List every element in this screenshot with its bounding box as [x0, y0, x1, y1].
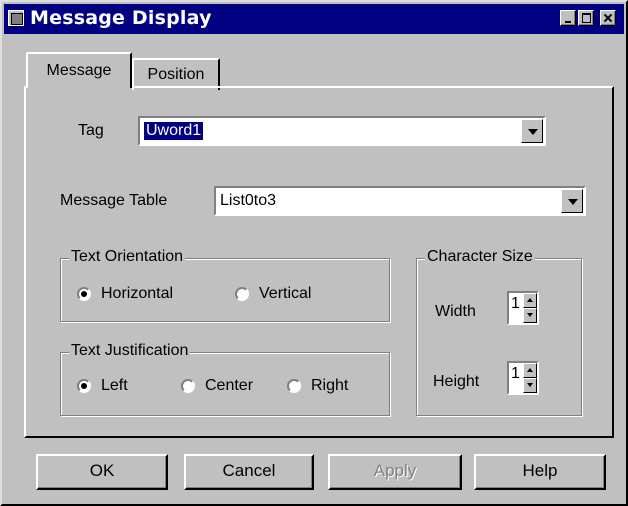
right-radio[interactable] — [287, 379, 301, 393]
character-size-legend: Character Size — [425, 248, 535, 266]
message-table-value: List0to3 — [220, 192, 277, 209]
maximize-icon[interactable] — [578, 10, 594, 26]
help-button[interactable]: Help — [474, 454, 606, 490]
horizontal-radio[interactable] — [77, 287, 91, 301]
height-spinner[interactable]: 1 — [507, 361, 539, 395]
ok-button[interactable]: OK — [36, 454, 168, 490]
text-orientation-legend: Text Orientation — [69, 248, 186, 266]
cancel-button[interactable]: Cancel — [184, 454, 314, 490]
center-radio[interactable] — [181, 379, 195, 393]
title-bar[interactable]: Message Display — [4, 4, 624, 34]
tag-value: Uword1 — [144, 122, 204, 140]
spin-down-icon[interactable] — [523, 308, 537, 323]
center-label[interactable]: Center — [205, 377, 253, 395]
text-orientation-group: Text Orientation Horizontal Vertical — [60, 248, 390, 322]
width-spinner[interactable]: 1 — [507, 291, 539, 325]
tag-dropdown[interactable]: Uword1 — [138, 116, 546, 146]
spin-down-icon[interactable] — [523, 378, 537, 393]
vertical-label[interactable]: Vertical — [259, 285, 311, 303]
vertical-radio[interactable] — [235, 287, 249, 301]
message-table-dropdown[interactable]: List0to3 — [214, 186, 586, 216]
tab-message[interactable]: Message — [26, 52, 132, 88]
character-size-group: Character Size Width 1 Height 1 — [416, 248, 582, 416]
text-justification-legend: Text Justification — [69, 342, 191, 360]
chevron-down-icon[interactable] — [561, 189, 583, 213]
width-value[interactable]: 1 — [511, 295, 520, 313]
horizontal-label[interactable]: Horizontal — [101, 285, 173, 303]
spin-up-icon[interactable] — [523, 293, 537, 308]
text-justification-group: Text Justification Left Center Right — [60, 342, 390, 416]
spin-up-icon[interactable] — [523, 363, 537, 378]
width-label: Width — [435, 303, 476, 320]
height-value[interactable]: 1 — [511, 365, 520, 383]
chevron-down-icon[interactable] — [521, 119, 543, 143]
app-icon — [8, 10, 24, 26]
height-label: Height — [433, 373, 480, 390]
apply-button[interactable]: Apply — [328, 454, 462, 490]
message-display-dialog: Message Display Message Position Tag Uwo… — [0, 0, 628, 506]
left-radio[interactable] — [77, 379, 91, 393]
window-title: Message Display — [30, 7, 212, 29]
right-label[interactable]: Right — [311, 377, 348, 395]
close-icon[interactable] — [600, 10, 616, 26]
left-label[interactable]: Left — [101, 377, 128, 395]
minimize-icon[interactable] — [560, 10, 576, 26]
